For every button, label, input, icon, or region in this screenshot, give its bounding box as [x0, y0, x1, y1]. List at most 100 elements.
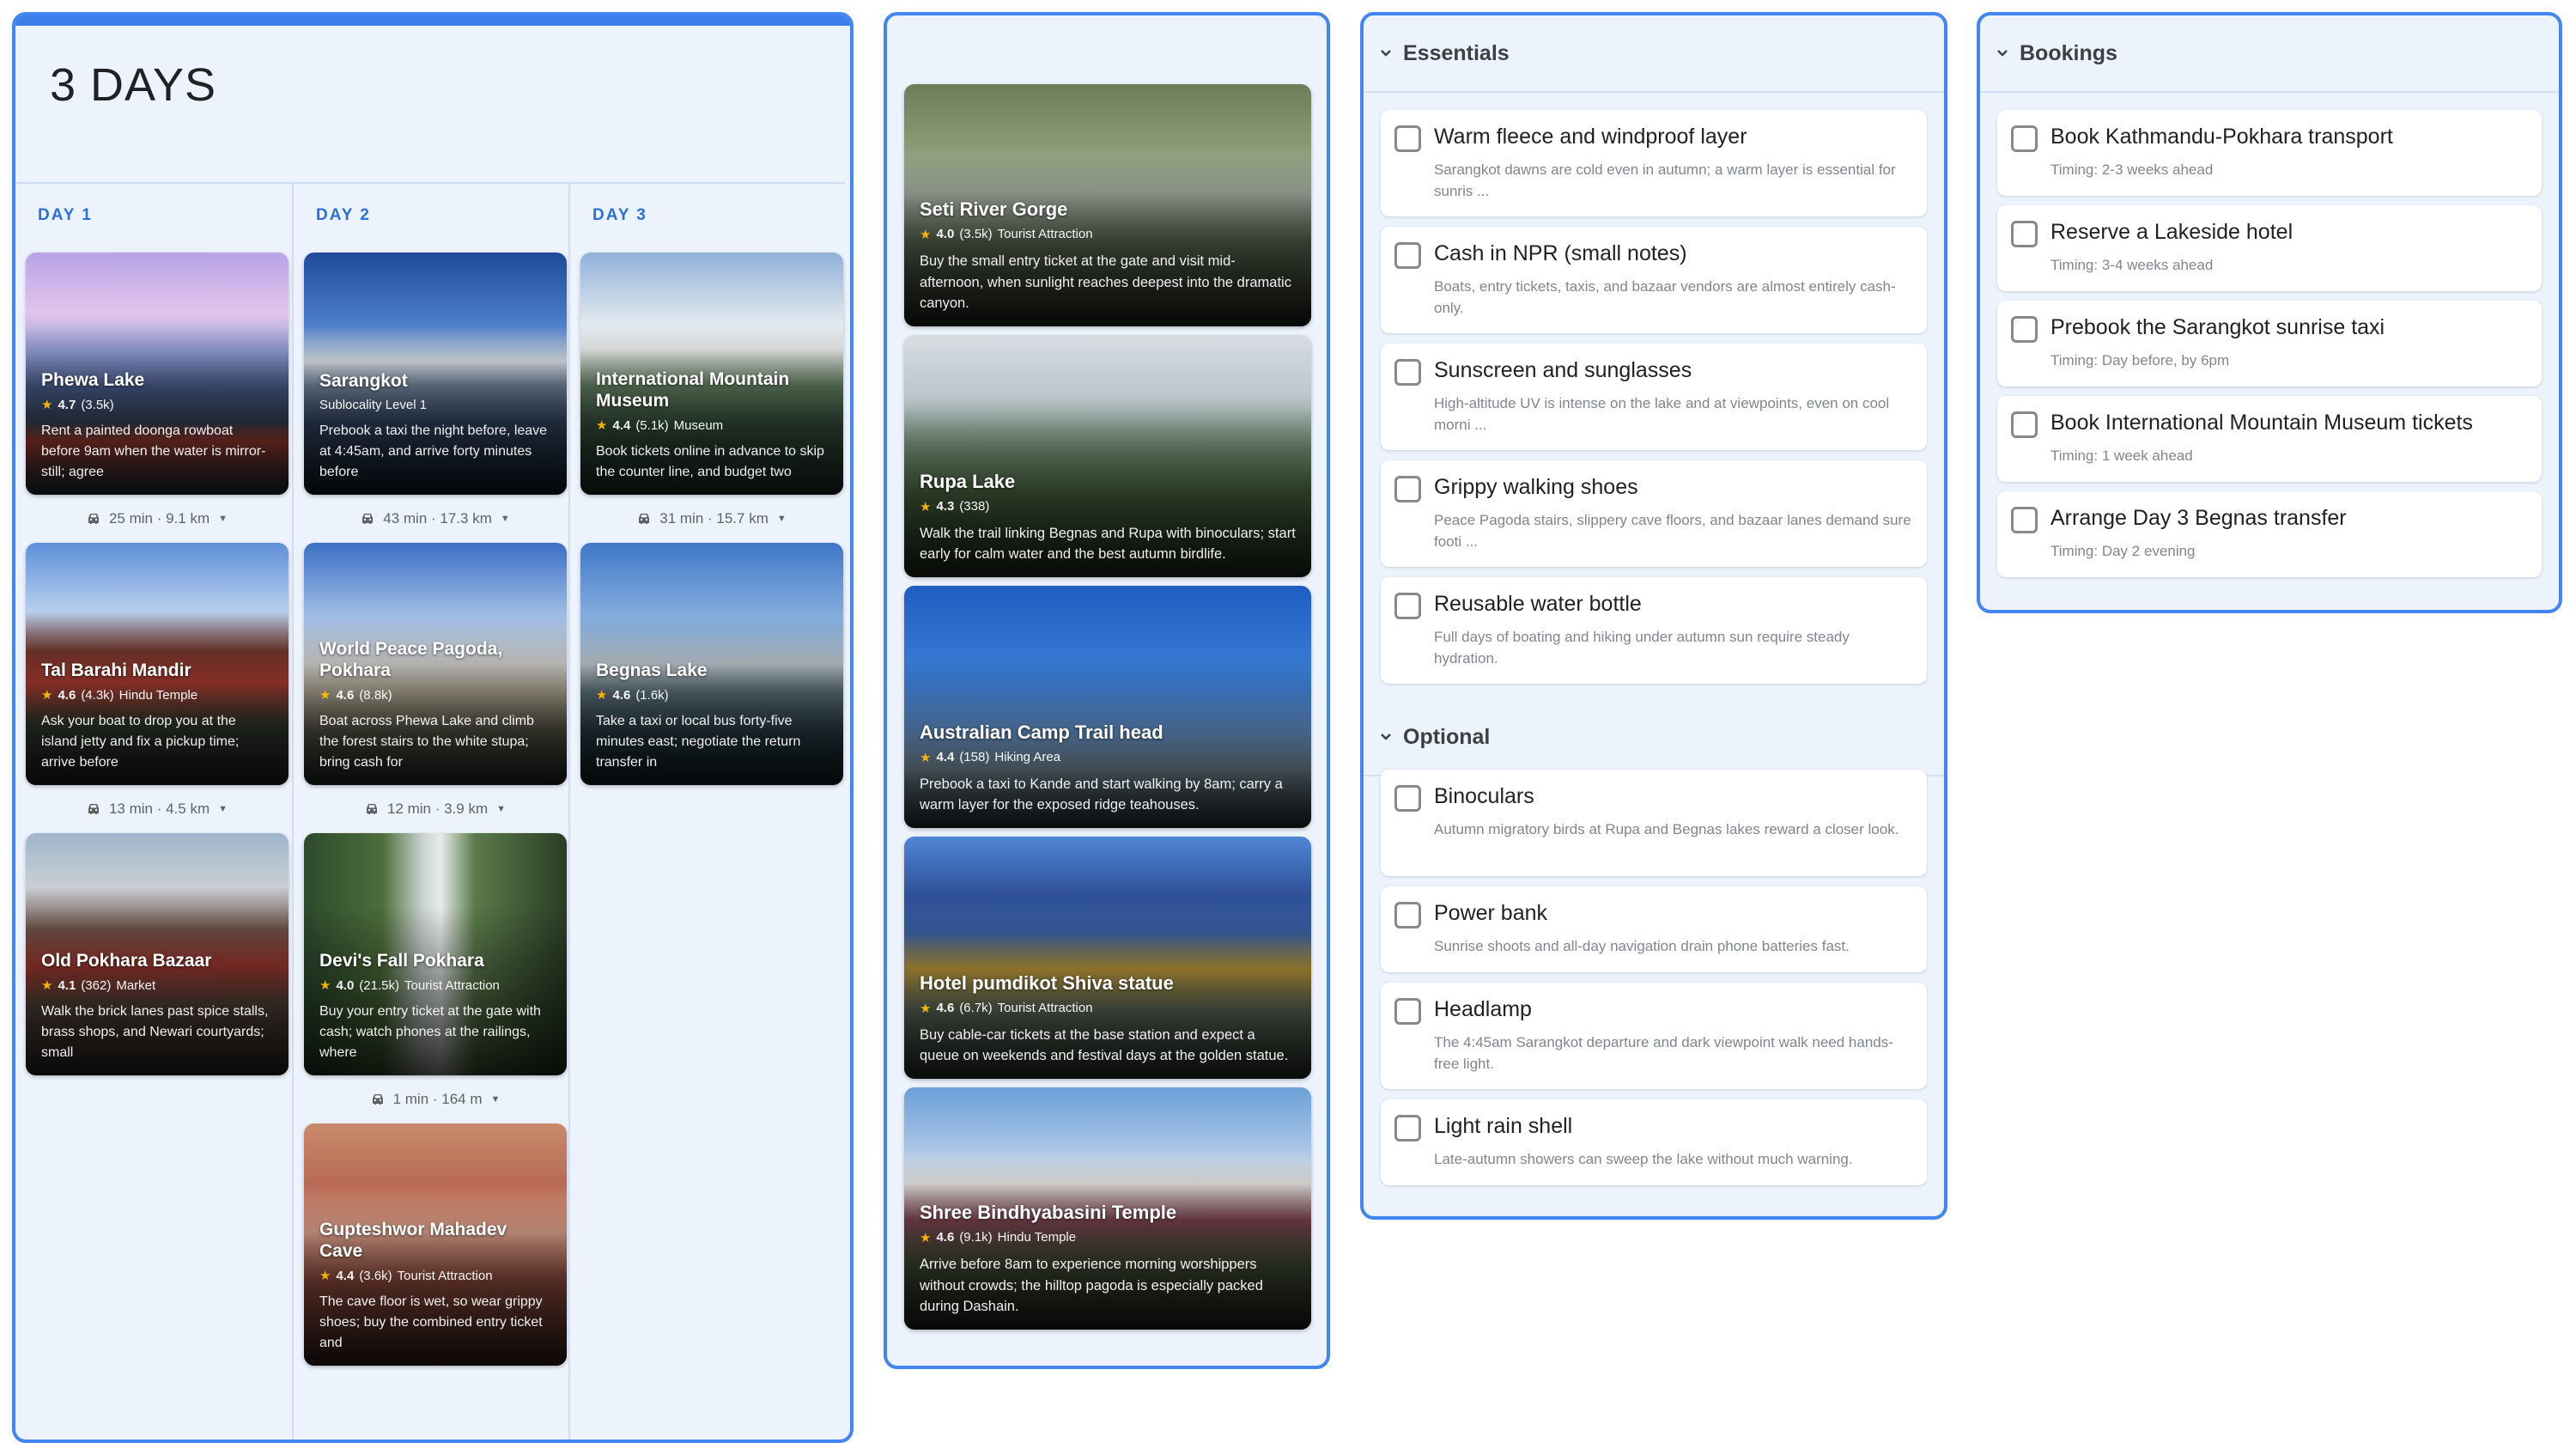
- item-label: Power bank: [1434, 901, 1548, 925]
- item-label: Grippy walking shoes: [1434, 475, 1638, 499]
- place-card[interactable]: Hotel pumdikot Shiva statue ★ 4.6 (6.7k)…: [904, 837, 1311, 1079]
- bookings-section-header[interactable]: Bookings: [1980, 15, 2559, 93]
- checkbox[interactable]: [1394, 242, 1421, 269]
- place-card[interactable]: Sarangkot Sublocality Level 1 Prebook a …: [304, 253, 567, 495]
- checkbox[interactable]: [1394, 785, 1421, 812]
- transit-info[interactable]: 1 min · 164 m ▼: [304, 1075, 567, 1123]
- checkbox[interactable]: [1394, 902, 1421, 928]
- checkbox[interactable]: [2011, 221, 2038, 247]
- booking-label: Book International Mountain Museum ticke…: [2050, 411, 2473, 435]
- checkbox[interactable]: [1394, 998, 1421, 1025]
- section-title: Bookings: [2020, 40, 2117, 65]
- place-review-count: (9.1k): [959, 1230, 993, 1245]
- place-meta: ★ 4.4 (5.1k) Museum: [596, 417, 829, 434]
- checkbox[interactable]: [2011, 125, 2038, 152]
- place-meta: ★ 4.7 (3.5k): [41, 397, 275, 413]
- place-category: Tourist Attraction: [397, 1268, 493, 1283]
- place-name: International Mountain Museum: [596, 368, 790, 411]
- transit-info[interactable]: 31 min · 15.7 km ▼: [580, 495, 843, 543]
- card-info: International Mountain Museum ★ 4.4 (5.1…: [596, 368, 829, 483]
- place-description: Rent a painted doonga rowboat before 9am…: [41, 423, 266, 479]
- checkbox[interactable]: [1394, 593, 1421, 619]
- checklist-item: Grippy walking shoes Peace Pagoda stairs…: [1381, 460, 1927, 567]
- place-card[interactable]: International Mountain Museum ★ 4.4 (5.1…: [580, 253, 843, 495]
- checkbox[interactable]: [1394, 476, 1421, 502]
- place-review-count: (6.7k): [959, 1001, 993, 1015]
- place-rating: 4.6: [612, 687, 631, 703]
- place-card[interactable]: Old Pokhara Bazaar ★ 4.1 (362) Market Wa…: [26, 833, 289, 1075]
- checkbox[interactable]: [1394, 359, 1421, 386]
- place-review-count: (1.6k): [635, 687, 669, 703]
- place-card[interactable]: Shree Bindhyabasini Temple ★ 4.6 (9.1k) …: [904, 1087, 1311, 1330]
- place-card[interactable]: Gupteshwor Mahadev Cave ★ 4.4 (3.6k) Tou…: [304, 1123, 567, 1366]
- place-category: Sublocality Level 1: [319, 398, 428, 412]
- place-rating: 4.1: [58, 977, 76, 993]
- place-name: Hotel pumdikot Shiva statue: [920, 971, 1174, 994]
- place-name: Australian Camp Trail head: [920, 721, 1163, 743]
- transit-info[interactable]: 25 min · 9.1 km ▼: [26, 495, 289, 543]
- place-review-count: (3.5k): [959, 227, 993, 242]
- star-icon: ★: [920, 499, 932, 514]
- place-category: Tourist Attraction: [404, 977, 500, 993]
- booking-timing: Timing: Day 2 evening: [2050, 543, 2196, 559]
- place-rating: 4.4: [936, 750, 955, 764]
- essentials-section-header[interactable]: Essentials: [1364, 15, 1944, 93]
- section-title: Optional: [1403, 724, 1491, 749]
- place-card[interactable]: Begnas Lake ★ 4.6 (1.6k) Take a taxi or …: [580, 543, 843, 785]
- place-description: Prebook a taxi to Kande and start walkin…: [920, 776, 1283, 813]
- transit-info[interactable]: 43 min · 17.3 km ▼: [304, 495, 567, 543]
- transit-text: 12 min · 3.9 km: [386, 801, 489, 817]
- place-name: Shree Bindhyabasini Temple: [920, 1201, 1177, 1223]
- star-icon: ★: [319, 688, 331, 703]
- booking-item: Book International Mountain Museum ticke…: [1997, 396, 2542, 482]
- place-meta: ★ 4.3 (338): [920, 499, 1297, 514]
- place-rating: 4.6: [936, 1230, 955, 1245]
- place-card[interactable]: Tal Barahi Mandir ★ 4.6 (4.3k) Hindu Tem…: [26, 543, 289, 785]
- place-card[interactable]: World Peace Pagoda, Pokhara ★ 4.6 (8.8k)…: [304, 543, 567, 785]
- place-review-count: (5.1k): [635, 417, 669, 433]
- booking-timing: Timing: 2-3 weeks ahead: [2050, 161, 2214, 178]
- star-icon: ★: [41, 398, 53, 412]
- place-description: The cave floor is wet, so wear grippy sh…: [319, 1294, 543, 1350]
- card-info: Tal Barahi Mandir ★ 4.6 (4.3k) Hindu Tem…: [41, 660, 275, 773]
- place-name: Old Pokhara Bazaar: [41, 951, 212, 971]
- card-info: Gupteshwor Mahadev Cave ★ 4.4 (3.6k) Tou…: [319, 1219, 553, 1354]
- place-card[interactable]: Devi's Fall Pokhara ★ 4.0 (21.5k) Touris…: [304, 833, 567, 1075]
- place-description: Arrive before 8am to experience morning …: [920, 1256, 1263, 1315]
- place-name: Gupteshwor Mahadev Cave: [319, 1219, 507, 1262]
- place-card[interactable]: Rupa Lake ★ 4.3 (338) Walk the trail lin…: [904, 335, 1311, 577]
- place-review-count: (3.5k): [81, 397, 114, 412]
- place-name: Begnas Lake: [596, 661, 708, 681]
- optional-section-header[interactable]: Optional: [1364, 699, 1944, 776]
- booking-item: Arrange Day 3 Begnas transfer Timing: Da…: [1997, 491, 2542, 577]
- checklist-item: Headlamp The 4:45am Sarangkot departure …: [1381, 983, 1927, 1089]
- star-icon: ★: [920, 227, 932, 242]
- checkbox[interactable]: [1394, 1115, 1421, 1141]
- place-description: Buy cable-car tickets at the base statio…: [920, 1026, 1289, 1064]
- car-icon: [639, 514, 650, 524]
- transit-info[interactable]: 13 min · 4.5 km ▼: [26, 785, 289, 833]
- card-info: Seti River Gorge ★ 4.0 (3.5k) Tourist At…: [920, 198, 1297, 314]
- item-label: Binoculars: [1434, 784, 1534, 808]
- star-icon: ★: [41, 688, 53, 703]
- place-meta: ★ 4.6 (4.3k) Hindu Temple: [41, 687, 275, 703]
- car-icon: [88, 514, 99, 524]
- place-category: Museum: [673, 417, 724, 433]
- place-card[interactable]: Seti River Gorge ★ 4.0 (3.5k) Tourist At…: [904, 84, 1311, 326]
- checkbox[interactable]: [2011, 507, 2038, 533]
- place-meta: ★ 4.6 (9.1k) Hindu Temple: [920, 1230, 1297, 1245]
- place-card[interactable]: Australian Camp Trail head ★ 4.4 (158) H…: [904, 586, 1311, 828]
- transit-info[interactable]: 12 min · 3.9 km ▼: [304, 785, 567, 833]
- place-rating: 4.0: [336, 977, 355, 993]
- transit-text: 31 min · 15.7 km: [659, 510, 769, 527]
- checklist-item: Light rain shell Late-autumn showers can…: [1381, 1099, 1927, 1185]
- checkbox[interactable]: [2011, 316, 2038, 343]
- place-card[interactable]: Phewa Lake ★ 4.7 (3.5k) Rent a painted d…: [26, 253, 289, 495]
- place-category: Market: [116, 977, 156, 993]
- place-review-count: (21.5k): [359, 977, 399, 993]
- card-info: Hotel pumdikot Shiva statue ★ 4.6 (6.7k)…: [920, 972, 1297, 1067]
- card-info: Sarangkot Sublocality Level 1 Prebook a …: [319, 370, 553, 483]
- place-rating: 4.3: [936, 499, 955, 514]
- checkbox[interactable]: [2011, 411, 2038, 438]
- checkbox[interactable]: [1394, 125, 1421, 152]
